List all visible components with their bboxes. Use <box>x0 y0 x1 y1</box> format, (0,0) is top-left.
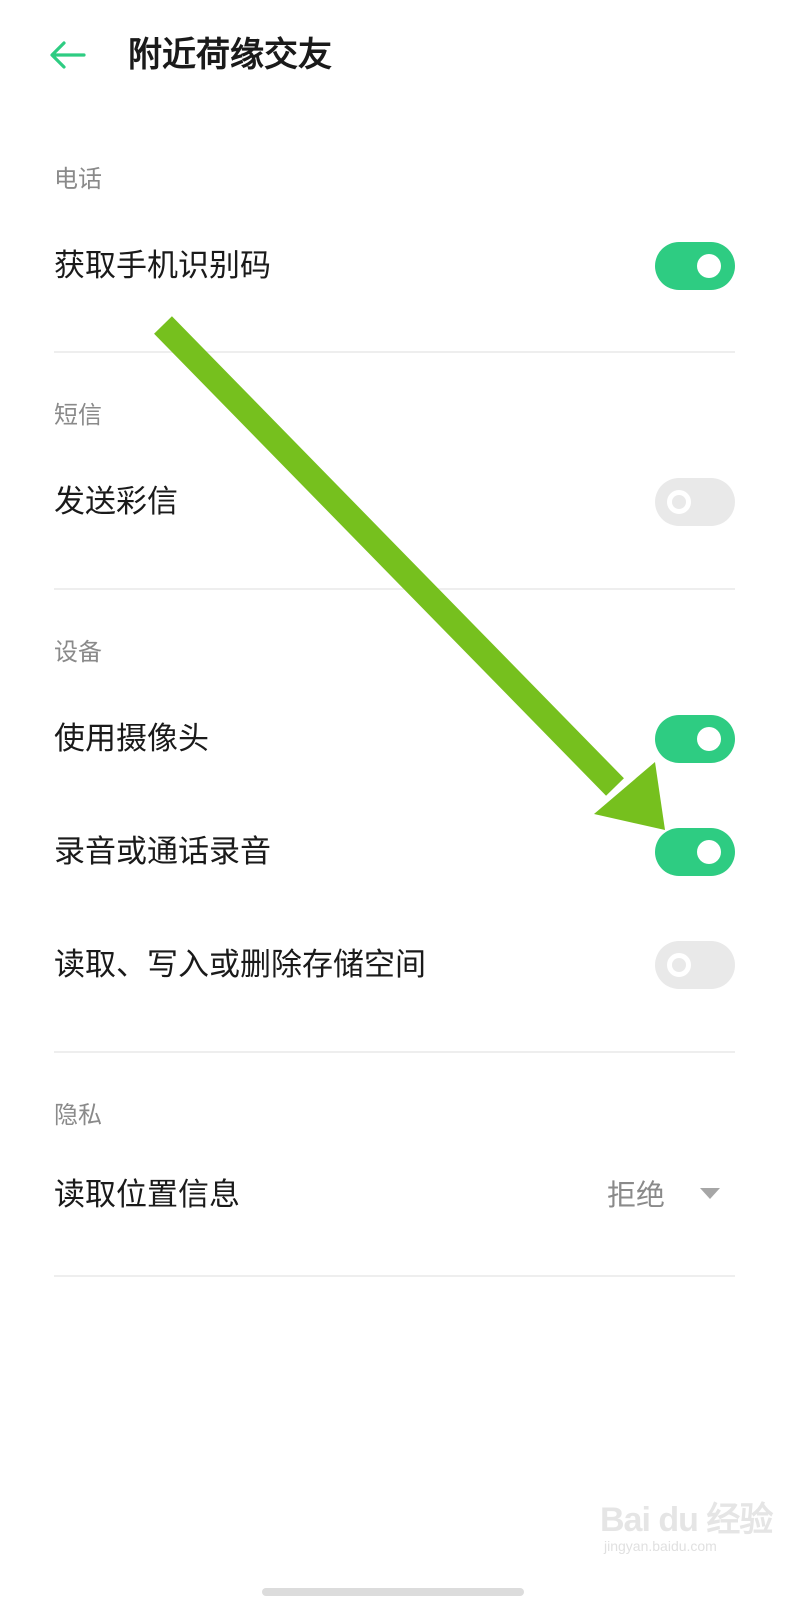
divider <box>54 1275 735 1277</box>
permission-label: 读取、写入或删除存储空间 <box>54 947 426 983</box>
permission-row-send-mms: 发送彩信 <box>0 457 802 547</box>
divider <box>54 351 735 353</box>
permission-toggle[interactable] <box>655 478 735 526</box>
section-header-sms: 短信 <box>54 401 102 429</box>
toggle-knob <box>697 254 721 278</box>
dropdown-value: 拒绝 <box>607 1178 666 1212</box>
watermark: Bai du 经验 jingyan.baidu.com <box>600 1480 790 1560</box>
back-button[interactable] <box>40 30 96 80</box>
section-header-privacy: 隐私 <box>54 1101 102 1129</box>
arrow-left-icon <box>50 41 86 69</box>
permission-toggle[interactable] <box>655 715 735 763</box>
permission-label: 录音或通话录音 <box>54 834 271 870</box>
permission-row-phone-id: 获取手机识别码 <box>0 221 802 311</box>
toggle-knob <box>667 490 691 514</box>
location-permission-dropdown[interactable]: 拒绝 <box>595 1150 745 1240</box>
permission-label: 发送彩信 <box>54 484 178 520</box>
permission-label: 使用摄像头 <box>54 721 209 757</box>
home-indicator[interactable] <box>262 1588 524 1596</box>
toggle-knob <box>697 727 721 751</box>
section-header-phone: 电话 <box>54 165 102 193</box>
permission-toggle[interactable] <box>655 941 735 989</box>
watermark-url: jingyan.baidu.com <box>604 1538 717 1554</box>
permission-row-camera: 使用摄像头 <box>0 694 802 784</box>
toggle-knob <box>697 840 721 864</box>
divider <box>54 588 735 590</box>
watermark-logo: Bai du 经验 <box>600 1501 773 1539</box>
permission-row-record-audio: 录音或通话录音 <box>0 807 802 897</box>
permission-toggle[interactable] <box>655 242 735 290</box>
section-header-device: 设备 <box>54 638 102 666</box>
caret-down-icon <box>700 1188 720 1199</box>
app-bar: 附近荷缘交友 <box>0 0 802 112</box>
permission-row-location: 读取位置信息 拒绝 <box>0 1150 802 1240</box>
permission-label: 读取位置信息 <box>54 1177 240 1213</box>
permission-label: 获取手机识别码 <box>54 248 271 284</box>
permission-row-storage: 读取、写入或删除存储空间 <box>0 920 802 1010</box>
divider <box>54 1051 735 1053</box>
page-title: 附近荷缘交友 <box>128 35 332 75</box>
permission-toggle[interactable] <box>655 828 735 876</box>
toggle-knob <box>667 953 691 977</box>
